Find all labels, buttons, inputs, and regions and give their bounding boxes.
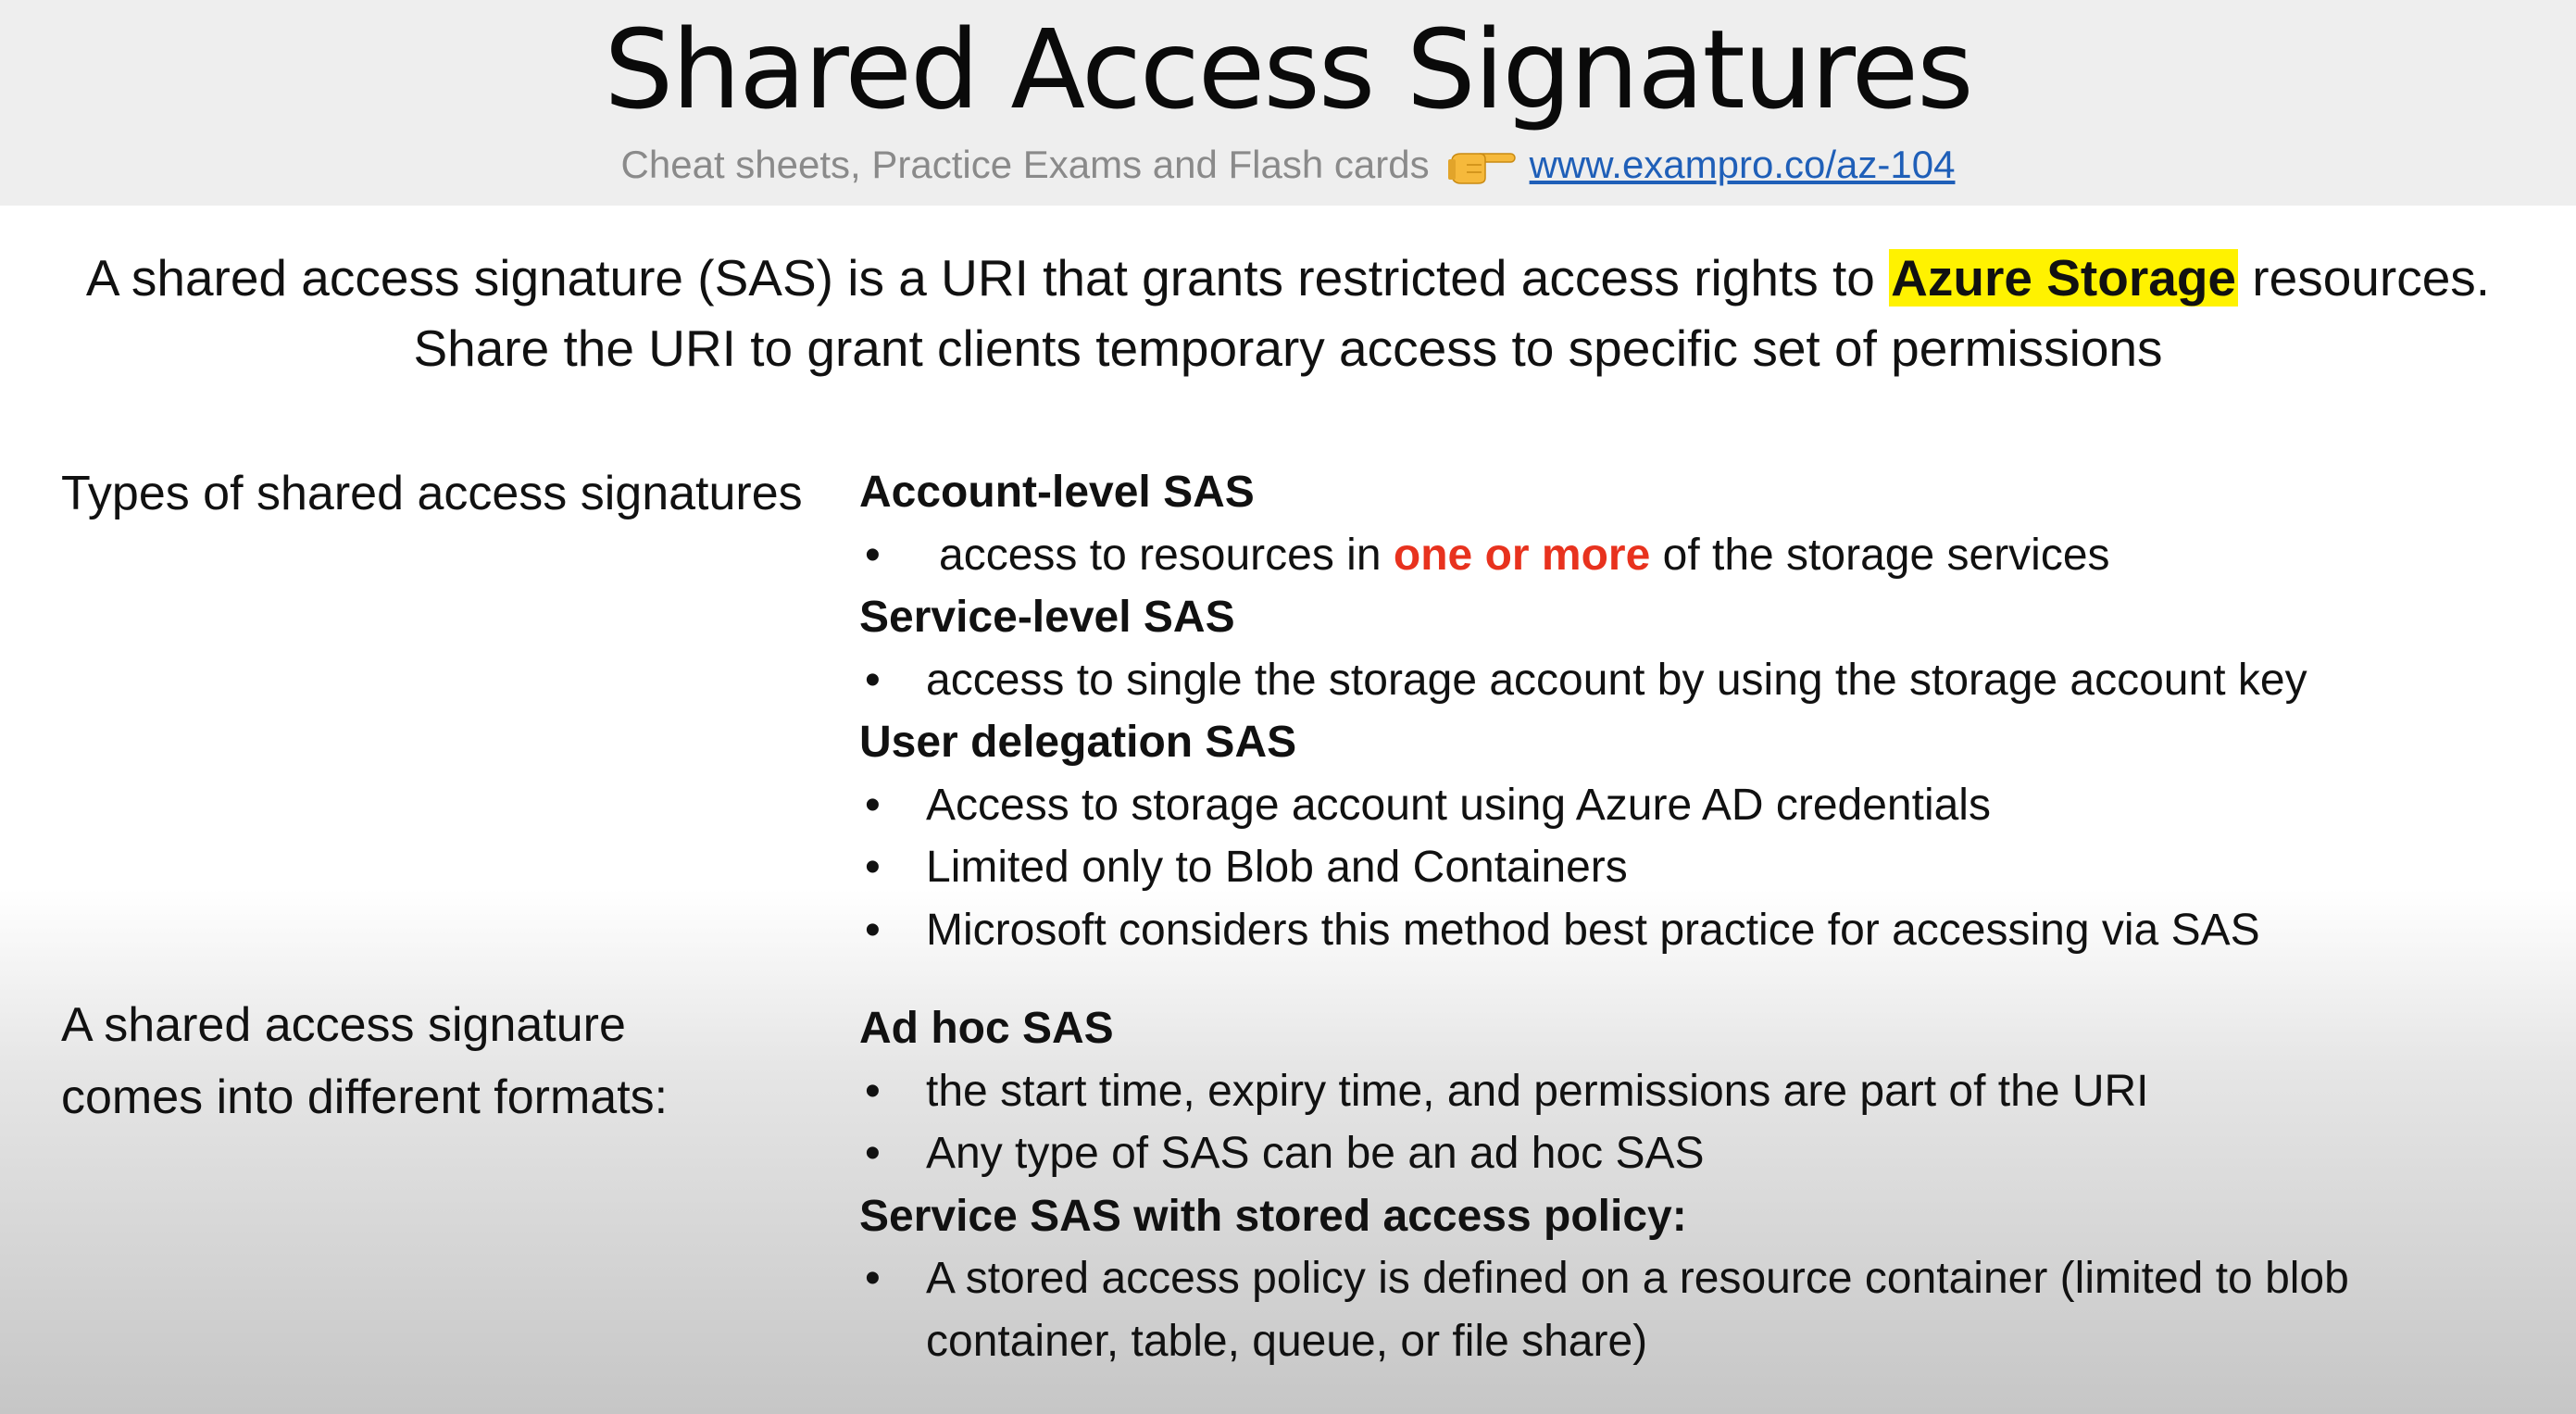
intro-line-1-end: resources. [2252,249,2491,307]
ad-hoc-bullet-2: Any type of SAS can be an ad hoc SAS [926,1129,1705,1178]
formats-label-line-1: A shared access signature [61,998,626,1052]
subtitle-row: Cheat sheets, Practice Exams and Flash c… [0,137,2576,193]
list-item: • Access to storage account using Azure … [859,774,2545,837]
user-delegation-bullets: • Access to storage account using Azure … [859,774,2545,962]
service-sas-bullets: • access to single the storage account b… [859,649,2545,712]
ad-hoc-bullet-1: the start time, expiry time, and permiss… [926,1066,2149,1116]
list-item: • Any type of SAS can be an ad hoc SAS [859,1122,2545,1185]
stored-policy-bullet-line-2: container, table, queue, or file share) [926,1316,1648,1366]
user-delegation-bullet-2: Limited only to Blob and Containers [926,843,1628,892]
list-item: • access to resources in one or more of … [859,524,2545,587]
types-content: Account-level SAS • access to resources … [859,461,2545,961]
stored-policy-bullets: • A stored access policy is defined on a… [859,1247,2545,1372]
stored-policy-bullet-line-1: A stored access policy is defined on a r… [926,1254,2349,1303]
intro-line-1: A shared access signature (SAS) is a URI… [0,243,2576,313]
azure-storage-highlight: Azure Storage [1889,249,2239,307]
formats-label: A shared access signature comes into dif… [61,989,668,1133]
header-band: Shared Access Signatures Cheat sheets, P… [0,0,2576,206]
account-bullet-start: access to resources in [939,530,1382,580]
account-bullet-end: of the storage services [1662,530,2110,580]
list-item: • Limited only to Blob and Containers [859,836,2545,899]
exampro-link[interactable]: www.exampro.co/az-104 [1530,143,1956,186]
user-delegation-bullet-3: Microsoft considers this method best pra… [926,905,2260,955]
intro-line-1-start: A shared access signature (SAS) is a URI… [85,249,1875,307]
intro-line-2: Share the URI to grant clients temporary… [413,319,2163,377]
service-sas-heading: Service-level SAS [859,593,1235,642]
bullet-dot: • [865,655,881,705]
subtitle-text: Cheat sheets, Practice Exams and Flash c… [620,143,1430,186]
ad-hoc-bullets: • the start time, expiry time, and permi… [859,1060,2545,1185]
bullet-dot: • [865,843,881,892]
bullet-dot: • [865,1254,881,1303]
bullet-dot: • [865,530,881,580]
bullet-dot: • [865,1066,881,1116]
formats-content: Ad hoc SAS • the start time, expiry time… [859,997,2545,1372]
formats-label-line-2: comes into different formats: [61,1070,669,1124]
types-label: Types of shared access signatures [61,467,803,520]
stored-policy-sas-heading: Service SAS with stored access policy: [859,1191,1687,1241]
list-item: • A stored access policy is defined on a… [859,1247,2545,1372]
account-sas-bullets: • access to resources in one or more of … [859,524,2545,587]
pointing-hand-icon [1447,144,1517,184]
list-item: • Microsoft considers this method best p… [859,899,2545,962]
ad-hoc-sas-heading: Ad hoc SAS [859,1004,1114,1053]
page-title: Shared Access Signatures [604,6,1973,133]
list-item: • access to single the storage account b… [859,649,2545,712]
list-item: • the start time, expiry time, and permi… [859,1060,2545,1123]
bullet-dot: • [865,905,881,955]
user-delegation-bullet-1: Access to storage account using Azure AD… [926,780,1991,830]
one-or-more-emphasis: one or more [1393,530,1651,580]
bullet-dot: • [865,1129,881,1178]
bullet-dot: • [865,780,881,830]
account-sas-heading: Account-level SAS [859,468,1255,517]
user-delegation-sas-heading: User delegation SAS [859,718,1297,767]
service-bullet-text: access to single the storage account by … [926,655,2307,705]
intro-paragraph: A shared access signature (SAS) is a URI… [0,243,2576,383]
